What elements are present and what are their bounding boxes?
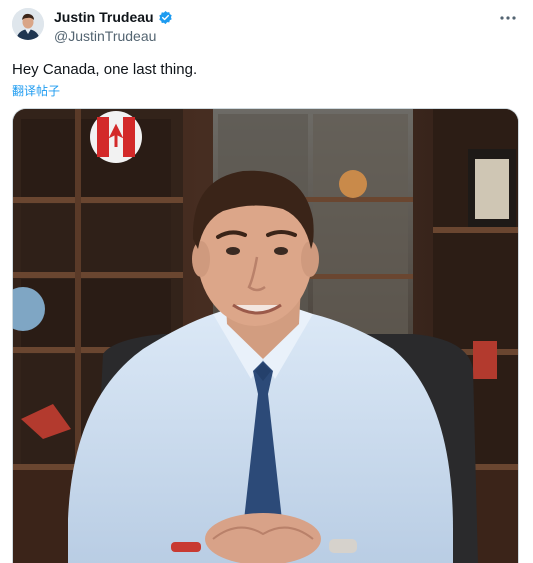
translate-tweet-link[interactable]: 翻译帖子 (12, 82, 60, 99)
author-handle[interactable]: @JustinTrudeau (54, 28, 156, 44)
tweet-text: Hey Canada, one last thing. (12, 61, 198, 78)
author-display-name[interactable]: Justin Trudeau (54, 9, 154, 25)
verified-badge-icon (158, 10, 173, 25)
tweet-card: Justin Trudeau @JustinTrudeau Hey Canada… (0, 0, 533, 563)
avatar[interactable] (12, 8, 44, 40)
tweet-video-thumbnail[interactable] (12, 108, 519, 563)
author-name-row: Justin Trudeau (54, 9, 173, 25)
video-frame (13, 109, 518, 563)
more-options-icon[interactable] (497, 8, 519, 28)
